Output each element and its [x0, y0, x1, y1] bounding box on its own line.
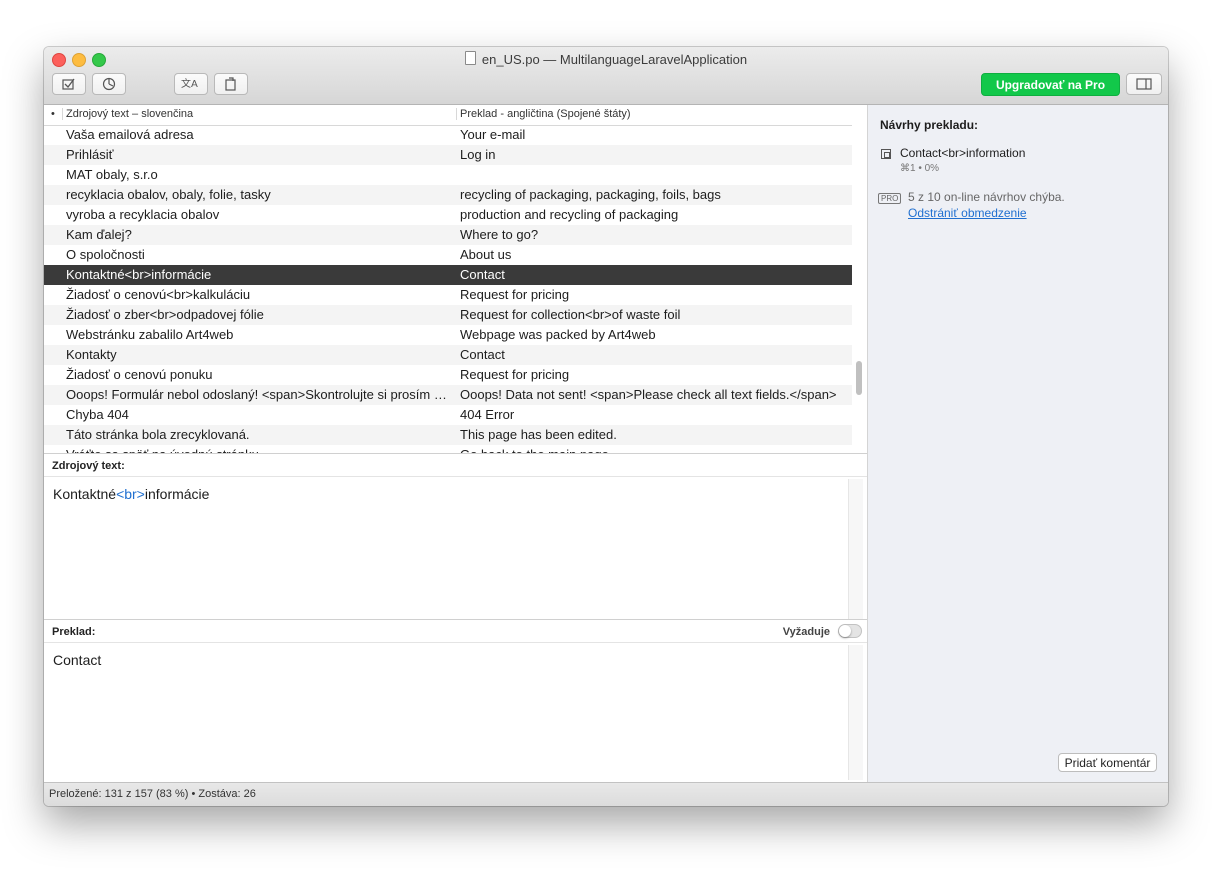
row-translation-text: Request for collection<br>of waste foil: [460, 307, 681, 322]
row-source-text: Kontakty: [66, 347, 117, 362]
row-translation-text: Where to go?: [460, 227, 539, 242]
table-header: • Zdrojový text – slovenčina Preklad - a…: [44, 105, 852, 126]
row-translation-text: production and recycling of packaging: [460, 207, 679, 222]
row-translation-text: Your e-mail: [460, 127, 526, 142]
validate-button[interactable]: [52, 73, 86, 95]
table-row[interactable]: O spoločnosti About us: [44, 245, 852, 265]
sidebar-icon: [1136, 78, 1152, 90]
table-row[interactable]: Vráťte sa späť na úvodnú stránku Go back …: [44, 445, 852, 453]
validate-icon: [62, 78, 75, 90]
table-row[interactable]: Prihlásiť Log in: [44, 145, 852, 165]
row-source-text: Vráťte sa späť na úvodnú stránku: [66, 445, 450, 453]
upgrade-pro-button[interactable]: Upgradovať na Pro: [981, 73, 1120, 96]
app-window: en_US.po — MultilanguageLaravelApplicati…: [44, 47, 1168, 806]
main-area: • Zdrojový text – slovenčina Preklad - a…: [44, 105, 868, 782]
document-icon: [464, 51, 476, 65]
translation-label: Preklad:: [52, 626, 96, 638]
window-title: en_US.po — MultilanguageLaravelApplicati…: [44, 51, 1168, 67]
table-row[interactable]: Vaša emailová adresa Your e-mail: [44, 125, 852, 145]
list-scrollbar[interactable]: [856, 361, 862, 395]
row-source-text: O spoločnosti: [66, 247, 145, 262]
remove-limit-link[interactable]: Odstrániť obmedzenie: [908, 206, 1027, 220]
suggestions-sidebar: Návrhy prekladu: Contact<br>information …: [868, 105, 1168, 782]
row-translation-text: Request for pricing: [460, 287, 570, 302]
table-row[interactable]: Webstránku zabalilo Art4web Webpage was p…: [44, 325, 852, 345]
stats-icon: [102, 77, 116, 91]
needs-work-label: Vyžaduje: [782, 626, 830, 638]
pro-limit-text: 5 z 10 on-line návrhov chýba.: [908, 190, 1065, 204]
source-text-before: Kontaktné: [53, 486, 117, 502]
source-text: Kontaktné<br>informácie: [53, 486, 209, 502]
row-translation-text: Webpage was packed by Art4web: [460, 327, 656, 342]
row-source-text: Vaša emailová adresa: [66, 127, 194, 142]
add-comment-button[interactable]: Pridať komentár: [1058, 753, 1157, 772]
row-translation-text: Ooops! Data not sent! <span>Please check…: [460, 387, 837, 402]
row-source-text: Kam ďalej?: [66, 227, 132, 242]
row-source-text: Webstránku zabalilo Art4web: [66, 327, 234, 342]
row-translation-text: Go back to the main page: [460, 445, 850, 453]
source-label: Zdrojový text:: [44, 453, 867, 477]
table-row[interactable]: vyroba a recyklacia obalov production and…: [44, 205, 852, 225]
row-source-text: recyklacia obalov, obaly, folie, tasky: [66, 187, 271, 202]
row-translation-text: Log in: [460, 147, 496, 162]
table-row[interactable]: Kontakty Contact: [44, 345, 852, 365]
source-scrollbar[interactable]: [848, 479, 863, 619]
row-source-text: Žiadosť o cenovú<br>kalkuláciu: [66, 287, 251, 302]
sidebar-toggle-button[interactable]: [1126, 73, 1162, 95]
table-row[interactable]: Žiadosť o cenovú<br>kalkuláciu Request fo…: [44, 285, 852, 305]
row-translation-text: 404 Error: [460, 407, 515, 422]
suggestion-item[interactable]: Contact<br>information: [900, 146, 1025, 160]
suggestion-icon: [881, 149, 891, 159]
table-row[interactable]: Kontaktné<br>informácie Contact: [44, 265, 852, 285]
row-source-text: Žiadosť o cenovú ponuku: [66, 367, 213, 382]
needs-work-toggle[interactable]: [838, 624, 862, 638]
row-translation-text: Contact: [460, 347, 505, 362]
translate-button[interactable]: 文A: [174, 73, 208, 95]
row-source-text: Táto stránka bola zrecyklovaná.: [66, 427, 250, 442]
table-row[interactable]: Žiadosť o cenovú ponuku Request for prici…: [44, 365, 852, 385]
row-translation-text: This page has been edited.: [460, 427, 617, 442]
table-row[interactable]: recyklacia obalov, obaly, folie, tasky re…: [44, 185, 852, 205]
row-source-text: MAT obaly, s.r.o: [66, 167, 158, 182]
column-marker[interactable]: •: [51, 108, 55, 120]
row-source-text: Kontaktné<br>informácie: [66, 267, 212, 282]
column-source[interactable]: Zdrojový text – slovenčina: [62, 108, 193, 120]
pretranslate-icon: [225, 77, 236, 91]
pretranslate-button[interactable]: [214, 73, 248, 95]
row-source-text: Chyba 404: [66, 407, 129, 422]
statistics-button[interactable]: [92, 73, 126, 95]
string-list: Vaša emailová adresa Your e-mail Prihlásiť…: [44, 125, 852, 453]
source-text-after: informácie: [144, 486, 210, 502]
translation-scrollbar[interactable]: [848, 645, 863, 780]
row-source-text: vyroba a recyklacia obalov: [66, 207, 220, 222]
translation-input[interactable]: Contact: [53, 652, 101, 668]
window-title-text: en_US.po — MultilanguageLaravelApplicati…: [481, 52, 748, 67]
table-row[interactable]: Ooops! Formulár nebol odoslaný! <span>Sk…: [44, 385, 852, 405]
row-source-text: Ooops! Formulár nebol odoslaný! <span>Sk…: [66, 387, 450, 402]
translation-label-bar: Preklad: Vyžaduje: [44, 619, 867, 643]
suggestion-meta: ⌘1 • 0%: [900, 163, 940, 174]
column-translation[interactable]: Preklad - angličtina (Spojené štáty): [456, 108, 850, 120]
table-row[interactable]: Žiadosť o zber<br>odpadovej fólie Request…: [44, 305, 852, 325]
suggestions-title: Návrhy prekladu:: [880, 118, 979, 132]
row-source-text: Prihlásiť: [66, 147, 114, 162]
row-translation-text: About us: [460, 247, 512, 262]
table-row[interactable]: Chyba 404 404 Error: [44, 405, 852, 425]
table-row[interactable]: Kam ďalej? Where to go?: [44, 225, 852, 245]
source-text-tag: <br>: [116, 486, 145, 502]
svg-text:文A: 文A: [181, 77, 198, 90]
row-translation-text: Request for pricing: [460, 367, 570, 382]
row-translation-text: recycling of packaging, packaging, foils…: [460, 187, 721, 202]
row-source-text: Žiadosť o zber<br>odpadovej fólie: [66, 307, 264, 322]
table-row[interactable]: Táto stránka bola zrecyklovaná. This page…: [44, 425, 852, 445]
pro-badge: PRO: [878, 193, 902, 204]
titlebar: en_US.po — MultilanguageLaravelApplicati…: [44, 47, 1168, 105]
status-bar: Preložené: 131 z 157 (83 %) • Zostáva: 2…: [44, 782, 1168, 806]
row-translation-text: Contact: [460, 267, 505, 282]
table-row[interactable]: MAT obaly, s.r.o: [44, 165, 852, 185]
translate-icon: 文A: [181, 77, 198, 90]
